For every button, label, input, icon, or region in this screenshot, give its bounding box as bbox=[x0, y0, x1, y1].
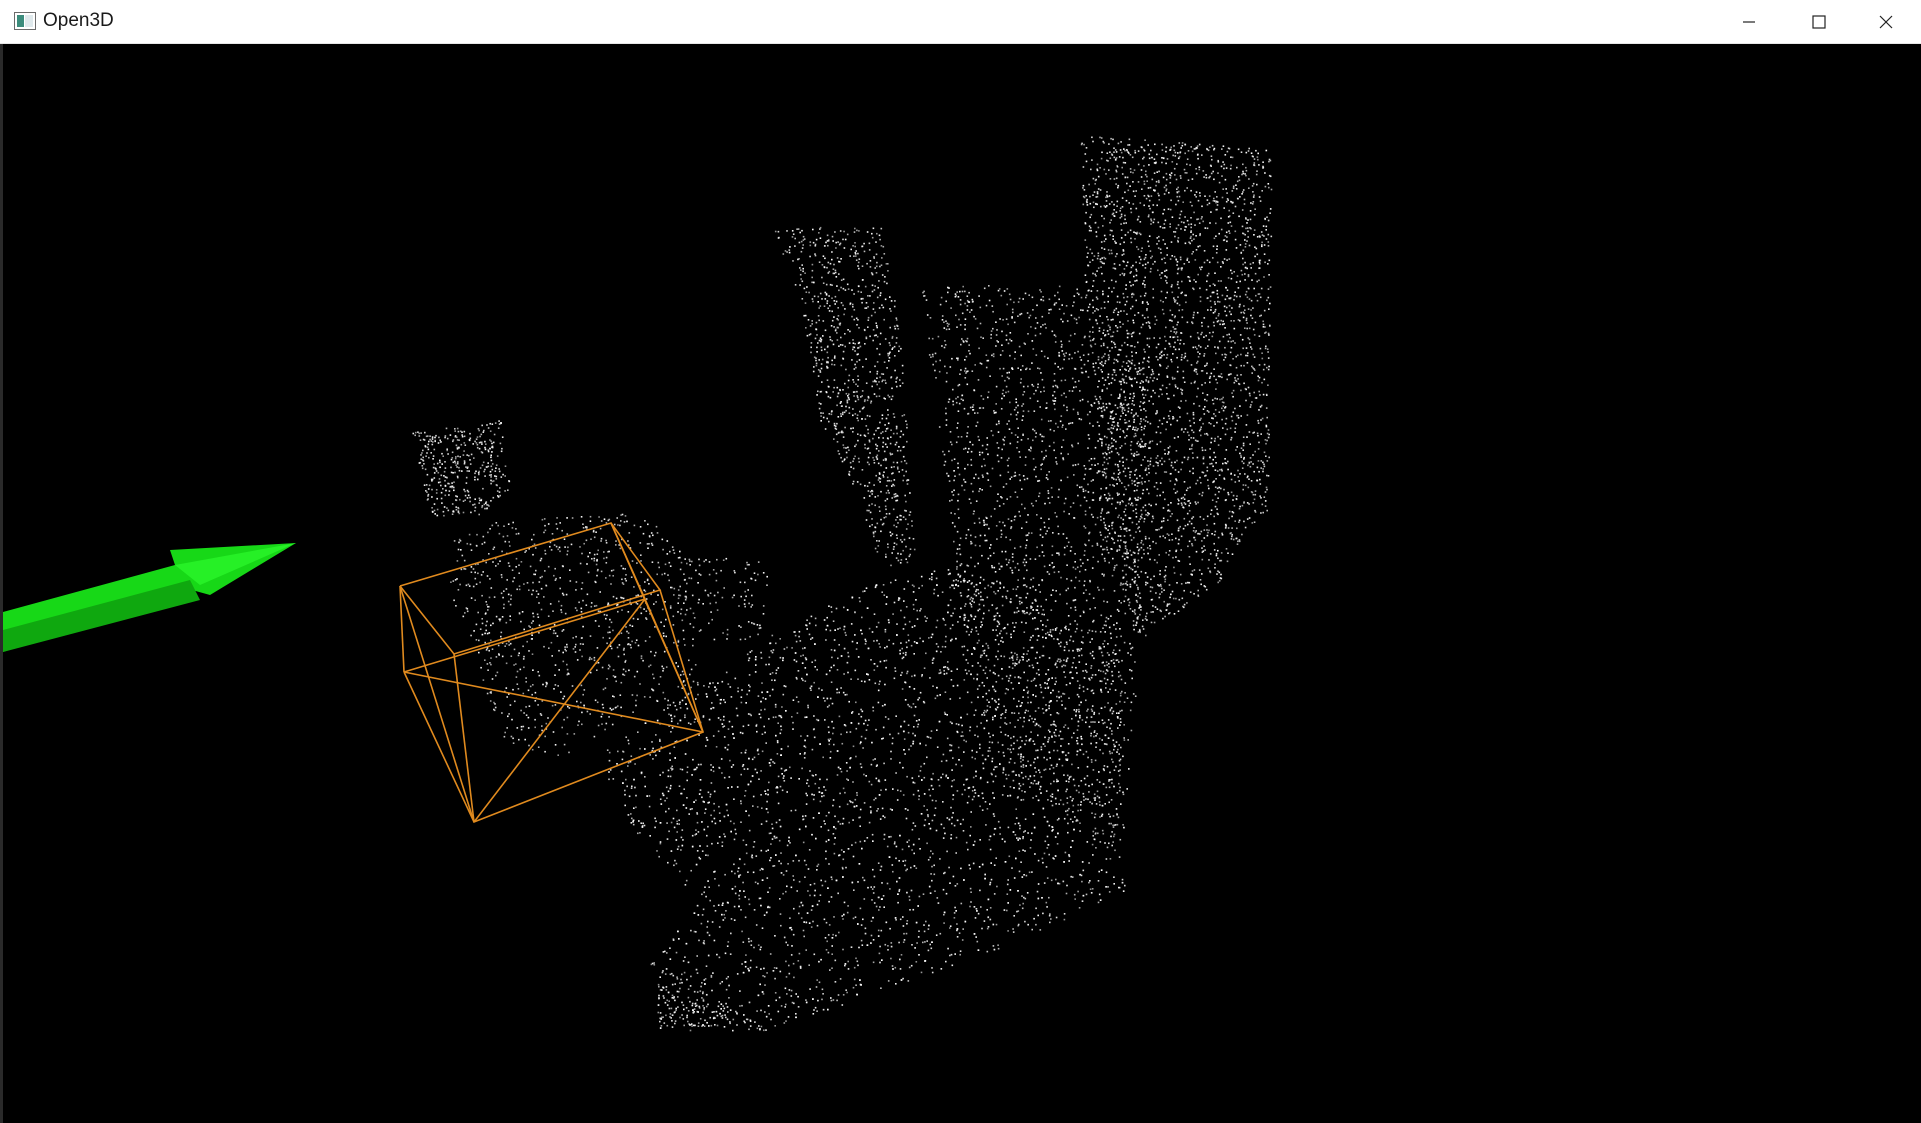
close-icon bbox=[1879, 15, 1893, 29]
point-cloud-scene[interactable] bbox=[3, 45, 1921, 1123]
maximize-button[interactable] bbox=[1784, 0, 1854, 44]
3d-viewport[interactable] bbox=[3, 45, 1921, 1123]
title-bar[interactable]: Open3D bbox=[0, 0, 1921, 44]
open3d-app-icon bbox=[14, 12, 36, 30]
minimize-button[interactable] bbox=[1714, 0, 1784, 44]
maximize-icon bbox=[1812, 15, 1826, 29]
window-title: Open3D bbox=[43, 10, 114, 31]
close-button[interactable] bbox=[1851, 0, 1921, 44]
open3d-window: Open3D bbox=[0, 0, 1921, 1123]
minimize-icon bbox=[1743, 21, 1755, 23]
